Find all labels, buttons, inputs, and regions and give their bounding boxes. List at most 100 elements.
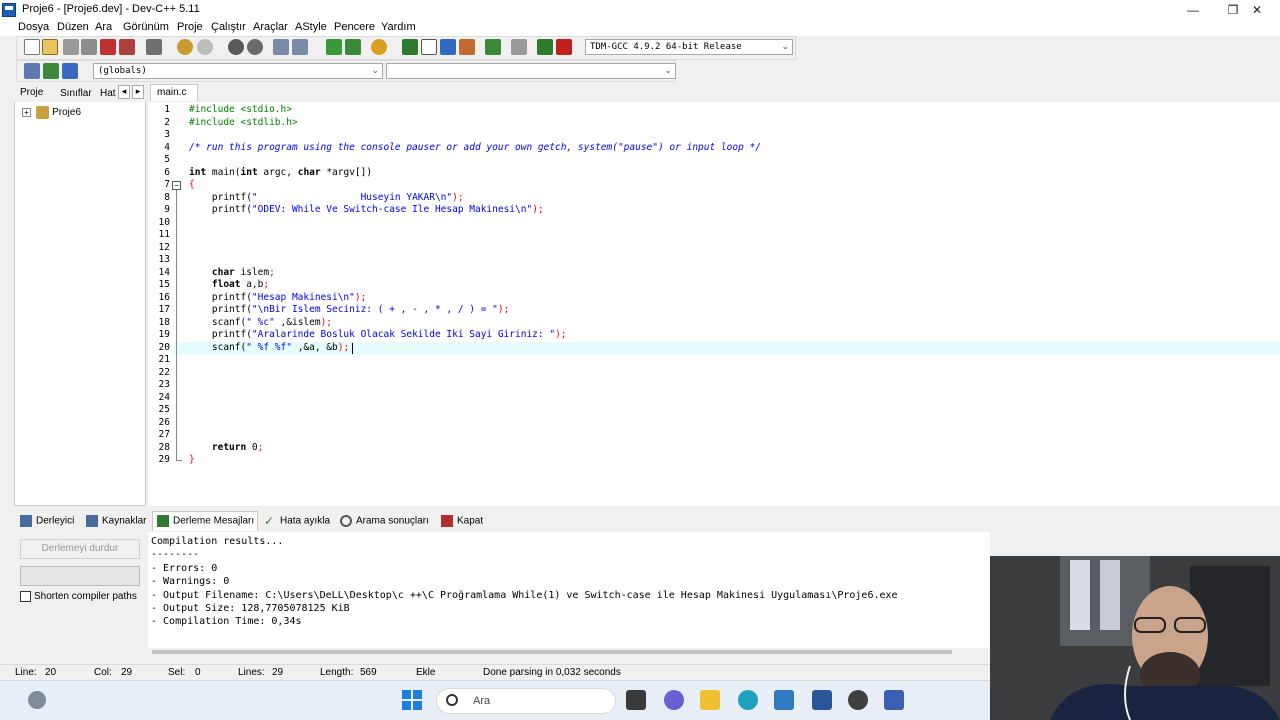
stop-execution-icon[interactable] — [511, 39, 527, 55]
close-file-icon[interactable] — [100, 39, 116, 55]
code-token: } — [189, 454, 195, 465]
redo-icon[interactable] — [197, 39, 213, 55]
status-col: 29 — [121, 667, 133, 678]
goto-line-icon[interactable] — [326, 39, 342, 55]
print-icon[interactable] — [146, 39, 162, 55]
editor-tab-main-c[interactable]: main.c — [150, 84, 198, 101]
project-tree-item[interactable]: + Proje6 — [22, 106, 81, 119]
menu-gorunum[interactable]: Görünüm — [123, 21, 169, 33]
checkbox-box[interactable] — [20, 591, 31, 602]
close-all-icon[interactable] — [119, 39, 135, 55]
taskbar-search-input[interactable]: Ara — [436, 688, 616, 714]
tab-proje[interactable]: Proje — [20, 87, 43, 98]
indent-icon[interactable] — [273, 39, 289, 55]
goto-declaration-icon[interactable] — [43, 63, 59, 79]
check-syntax-icon[interactable] — [485, 39, 501, 55]
output-line: - Output Size: 128,7705078125 KiB — [151, 603, 350, 614]
goto-definition-icon[interactable] — [62, 63, 78, 79]
teams-chat-icon[interactable] — [664, 690, 684, 710]
tab-arama-sonuclari[interactable]: Arama sonuçları — [340, 515, 429, 531]
open-file-icon[interactable] — [42, 39, 58, 55]
compiler-select[interactable]: TDM-GCC 4.9.2 64-bit Release ⌄ — [585, 39, 793, 55]
menu-astyle[interactable]: AStyle — [295, 21, 327, 33]
fold-collapse-icon[interactable]: − — [172, 181, 181, 190]
compile-run-icon[interactable] — [440, 39, 456, 55]
new-file-icon[interactable] — [24, 39, 40, 55]
chevron-down-icon: ⌄ — [781, 42, 789, 52]
code-token: argc, — [257, 167, 298, 178]
run-icon[interactable] — [421, 39, 437, 55]
code-line[interactable]: printf("Aralarinde Bosluk Olacak Sekilde… — [189, 329, 567, 340]
code-line[interactable]: } — [189, 454, 195, 465]
task-view-icon[interactable] — [626, 690, 646, 710]
menu-calistir[interactable]: Çalıştır — [211, 21, 246, 33]
menu-duzen[interactable]: Düzen — [57, 21, 89, 33]
word-icon[interactable] — [812, 690, 832, 710]
code-line[interactable]: return 0; — [189, 442, 264, 453]
rebuild-all-icon[interactable] — [459, 39, 475, 55]
menu-ara[interactable]: Ara — [95, 21, 112, 33]
tab-derleyici-label: Derleyici — [36, 515, 75, 527]
tab-derleyici[interactable]: Derleyici — [20, 515, 74, 531]
output-line: Compilation results... — [151, 536, 284, 547]
menu-dosya[interactable]: Dosya — [18, 21, 49, 33]
function-select[interactable]: ⌄ — [386, 63, 676, 79]
menu-araclar[interactable]: Araçlar — [253, 21, 288, 33]
save-icon[interactable] — [63, 39, 79, 55]
stop-compile-button[interactable]: Derlemeyi durdur — [20, 539, 140, 559]
close-panel-icon — [441, 515, 453, 527]
code-token: float — [189, 279, 241, 290]
code-line[interactable]: printf("\nBir Islem Seciniz: ( + , - , *… — [189, 304, 509, 315]
menu-proje[interactable]: Proje — [177, 21, 203, 33]
edge-browser-icon[interactable] — [738, 690, 758, 710]
code-line[interactable]: { — [189, 179, 195, 190]
line-number: 27 — [158, 429, 170, 440]
undo-icon[interactable] — [177, 39, 193, 55]
tab-hat[interactable]: Hat — [100, 88, 116, 99]
code-line[interactable]: printf("Hesap Makinesi\n"); — [189, 292, 366, 303]
code-line[interactable]: printf(" Huseyin YAKAR\n"); — [189, 192, 464, 203]
store-icon[interactable] — [774, 690, 794, 710]
tab-kapat[interactable]: Kapat — [441, 515, 483, 531]
bookmark-icon[interactable] — [345, 39, 361, 55]
tab-hata-ayikla[interactable]: ✓ Hata ayıkla — [264, 515, 330, 531]
tab-scroll-right-icon[interactable]: ▸ — [132, 85, 144, 99]
code-line[interactable]: scanf(" %c" ,&islem); — [189, 317, 332, 328]
tab-siniflar[interactable]: Sınıflar — [60, 88, 92, 99]
close-button[interactable]: ✕ — [1234, 0, 1280, 20]
expand-icon[interactable]: + — [22, 108, 31, 117]
code-line[interactable]: scanf(" %f %f" ,&a, &b); — [189, 342, 349, 353]
project-name: Proje6 — [52, 107, 82, 118]
tab-kaynaklar[interactable]: Kaynaklar — [86, 515, 146, 531]
code-line[interactable]: /* run this program using the console pa… — [189, 142, 761, 153]
checkmark-icon: ✓ — [264, 514, 275, 528]
chrome-icon[interactable] — [848, 690, 868, 710]
toggle-bookmark-icon[interactable] — [371, 39, 387, 55]
insert-icon[interactable] — [24, 63, 40, 79]
code-line[interactable]: #include <stdio.h> — [189, 104, 292, 115]
code-line[interactable]: int main(int argc, char *argv[]) — [189, 167, 372, 178]
save-all-icon[interactable] — [81, 39, 97, 55]
scrollbar-thumb[interactable] — [152, 650, 952, 654]
code-line[interactable]: char islem; — [189, 267, 275, 278]
compile-icon[interactable] — [402, 39, 418, 55]
start-windows-icon[interactable] — [402, 690, 422, 710]
tab-scroll-left-icon[interactable]: ◂ — [118, 85, 130, 99]
shorten-paths-checkbox[interactable]: Shorten compiler paths — [20, 591, 137, 602]
code-line[interactable]: #include <stdlib.h> — [189, 117, 298, 128]
debug-icon[interactable] — [556, 39, 572, 55]
menu-pencere[interactable]: Pencere — [334, 21, 375, 33]
unindent-icon[interactable] — [292, 39, 308, 55]
menu-yardim[interactable]: Yardım — [381, 21, 416, 33]
code-token: scanf( — [189, 342, 247, 353]
tab-derleme-mesajlari[interactable]: Derleme Mesajları — [157, 515, 254, 531]
code-line[interactable]: printf("ODEV: While Ve Switch-case Ile H… — [189, 204, 544, 215]
file-explorer-icon[interactable] — [700, 690, 720, 710]
code-line[interactable]: float a,b; — [189, 279, 269, 290]
find-icon[interactable] — [228, 39, 244, 55]
scope-select[interactable]: (globals) ⌄ — [93, 63, 383, 79]
replace-icon[interactable] — [247, 39, 263, 55]
widgets-icon[interactable] — [28, 691, 46, 709]
chart-icon[interactable] — [537, 39, 553, 55]
devcpp-taskbar-icon[interactable] — [884, 690, 904, 710]
